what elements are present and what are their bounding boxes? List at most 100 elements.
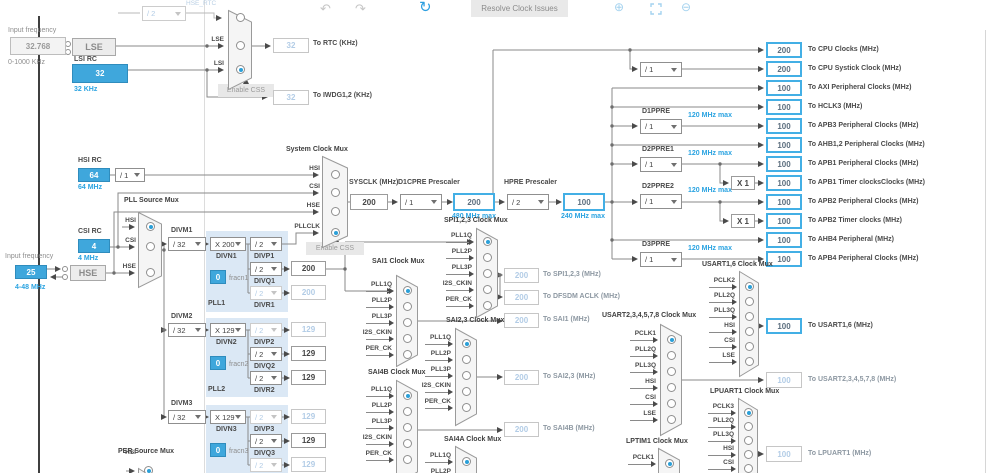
sai4a-clock-mux-input-radio[interactable] xyxy=(462,457,471,466)
usart2345-clock-mux-input-radio[interactable] xyxy=(667,415,676,424)
apb1-timer-multiplier[interactable]: X 1 xyxy=(731,176,755,190)
spi123-clock-mux-input-radio[interactable] xyxy=(483,285,492,294)
sai1-clock-mux-input-radio[interactable] xyxy=(403,318,412,327)
sai4b-clock-mux-input-radio[interactable] xyxy=(403,439,412,448)
divr1-out-value[interactable]: 200 xyxy=(291,285,326,300)
spi123-clock-mux-input-radio[interactable] xyxy=(483,301,492,310)
to-lpuart1-value[interactable]: 100 xyxy=(766,446,802,462)
divp2-dropdown[interactable]: / 2 xyxy=(250,323,282,337)
rtc-clock-mux-input-radio[interactable] xyxy=(236,13,245,22)
divp1-dropdown[interactable]: / 2 xyxy=(250,237,282,251)
input-frequency-field[interactable]: 32.768 xyxy=(10,37,66,55)
sai23-clock-mux-input-radio[interactable] xyxy=(462,371,471,380)
hse-box[interactable]: HSE xyxy=(70,265,106,281)
lse-box[interactable]: LSE xyxy=(72,38,116,56)
divq1-out-value[interactable]: 200 xyxy=(291,261,326,276)
spi123-clock-mux-input-radio[interactable] xyxy=(483,253,492,262)
lsi-value-field[interactable]: 32 xyxy=(72,64,128,83)
sai1-clock-mux-input-radio[interactable] xyxy=(403,350,412,359)
pll-source-mux-input-radio[interactable] xyxy=(146,242,155,251)
divq2-dropdown[interactable]: / 2 xyxy=(250,347,282,361)
system-clock-mux-input-radio[interactable] xyxy=(331,188,340,197)
divm1-dropdown[interactable]: / 32 xyxy=(168,237,206,251)
clock-output-value[interactable]: 200 xyxy=(766,42,802,58)
clock-output-value[interactable]: 100 xyxy=(766,232,802,248)
to-usart2-value[interactable]: 100 xyxy=(766,372,802,388)
sai4b-clock-mux-input-radio[interactable] xyxy=(403,391,412,400)
d2ppre1-dropdown[interactable]: / 1 xyxy=(640,157,682,172)
divm2-dropdown[interactable]: / 32 xyxy=(168,323,206,337)
rtc-value[interactable]: 32 xyxy=(273,38,309,53)
spi123-clock-mux-input-radio[interactable] xyxy=(483,269,492,278)
clock-output-value[interactable]: 100 xyxy=(766,118,802,134)
sai4b-clock-mux-input-radio[interactable] xyxy=(403,407,412,416)
rtc-clock-mux-input-radio[interactable] xyxy=(236,41,245,50)
lpuart1-clock-mux-input-radio[interactable] xyxy=(744,464,753,473)
usart16-clock-mux-input-radio[interactable] xyxy=(745,312,754,321)
pll3-fracn-field[interactable]: 0 xyxy=(210,443,226,457)
divq3-dropdown[interactable]: / 2 xyxy=(250,434,282,448)
sai23-clock-mux-input-radio[interactable] xyxy=(462,339,471,348)
divr1-dropdown[interactable]: / 2 xyxy=(250,286,282,300)
clock-output-value[interactable]: 100 xyxy=(766,194,802,210)
usart16-clock-mux-input-radio[interactable] xyxy=(745,342,754,351)
to-sai23-value[interactable]: 200 xyxy=(504,370,539,385)
sai23-clock-mux-input-radio[interactable] xyxy=(462,387,471,396)
to-sai1-value[interactable]: 200 xyxy=(504,313,539,328)
usart16-clock-mux-input-radio[interactable] xyxy=(745,327,754,336)
clock-output-value[interactable]: 100 xyxy=(766,99,802,115)
pll-source-mux-input-radio[interactable] xyxy=(146,268,155,277)
system-clock-mux-input-radio[interactable] xyxy=(331,170,340,179)
divr2-out-value[interactable]: 129 xyxy=(291,370,326,385)
hpre-dropdown[interactable]: / 2 xyxy=(507,194,549,210)
divq2-out-value[interactable]: 129 xyxy=(291,346,326,361)
input-frequency-field[interactable]: 25 xyxy=(15,265,47,279)
to-spi123-value[interactable]: 200 xyxy=(504,268,539,283)
system-clock-mux-input-radio[interactable] xyxy=(331,207,340,216)
to-usart16-value[interactable]: 100 xyxy=(766,318,802,334)
sai4b-clock-mux-input-radio[interactable] xyxy=(403,455,412,464)
lpuart1-clock-mux-input-radio[interactable] xyxy=(744,436,753,445)
sai1-clock-mux-input-radio[interactable] xyxy=(403,334,412,343)
d1cpre-out-value[interactable]: 200 xyxy=(453,193,495,211)
usart2345-clock-mux-input-radio[interactable] xyxy=(667,399,676,408)
divn2-dropdown[interactable]: X 129 xyxy=(210,323,246,337)
divq1-dropdown[interactable]: / 2 xyxy=(250,262,282,276)
clock-output-value[interactable]: 200 xyxy=(766,61,802,77)
divm3-dropdown[interactable]: / 32 xyxy=(168,410,206,424)
to-dfsdm-value[interactable]: 200 xyxy=(504,290,539,305)
apb2-timer-multiplier[interactable]: X 1 xyxy=(731,214,755,228)
usart2345-clock-mux-input-radio[interactable] xyxy=(667,383,676,392)
clock-output-value[interactable]: 100 xyxy=(766,213,802,229)
spi123-clock-mux-input-radio[interactable] xyxy=(483,237,492,246)
rtc-clock-mux-input-radio[interactable] xyxy=(236,65,245,74)
lpuart1-clock-mux-input-radio[interactable] xyxy=(744,422,753,431)
divr3-out-value[interactable]: 129 xyxy=(291,457,326,472)
pll-source-mux-input-radio[interactable] xyxy=(146,222,155,231)
per-source-mux-input-radio[interactable] xyxy=(144,466,153,473)
sai23-clock-mux-input-radio[interactable] xyxy=(462,355,471,364)
usart16-clock-mux-input-radio[interactable] xyxy=(745,297,754,306)
sai23-clock-mux-input-radio[interactable] xyxy=(462,403,471,412)
hpre-out-value[interactable]: 100 xyxy=(563,193,605,211)
divp3-out-value[interactable]: 129 xyxy=(291,409,326,424)
divq3-out-value[interactable]: 129 xyxy=(291,433,326,448)
hsi-div-dropdown[interactable]: / 1 xyxy=(115,168,145,182)
sai1-clock-mux-input-radio[interactable] xyxy=(403,302,412,311)
usart2345-clock-mux-input-radio[interactable] xyxy=(667,335,676,344)
to-sai4b-value[interactable]: 200 xyxy=(504,422,539,437)
usart16-clock-mux-input-radio[interactable] xyxy=(745,282,754,291)
divn3-dropdown[interactable]: X 129 xyxy=(210,410,246,424)
clock-output-value[interactable]: 100 xyxy=(766,156,802,172)
usart16-clock-mux-input-radio[interactable] xyxy=(745,357,754,366)
clock-output-value[interactable]: 100 xyxy=(766,175,802,191)
clock-output-value[interactable]: 100 xyxy=(766,80,802,96)
csi-value-field[interactable]: 4 xyxy=(78,239,110,253)
pll2-fracn-field[interactable]: 0 xyxy=(210,356,226,370)
divp2-out-value[interactable]: 129 xyxy=(291,322,326,337)
divr3-dropdown[interactable]: / 2 xyxy=(250,458,282,472)
usart2345-clock-mux-input-radio[interactable] xyxy=(667,367,676,376)
lpuart1-clock-mux-input-radio[interactable] xyxy=(744,450,753,459)
pll1-fracn-field[interactable]: 0 xyxy=(210,270,226,284)
divn1-dropdown[interactable]: X 200 xyxy=(210,237,246,251)
